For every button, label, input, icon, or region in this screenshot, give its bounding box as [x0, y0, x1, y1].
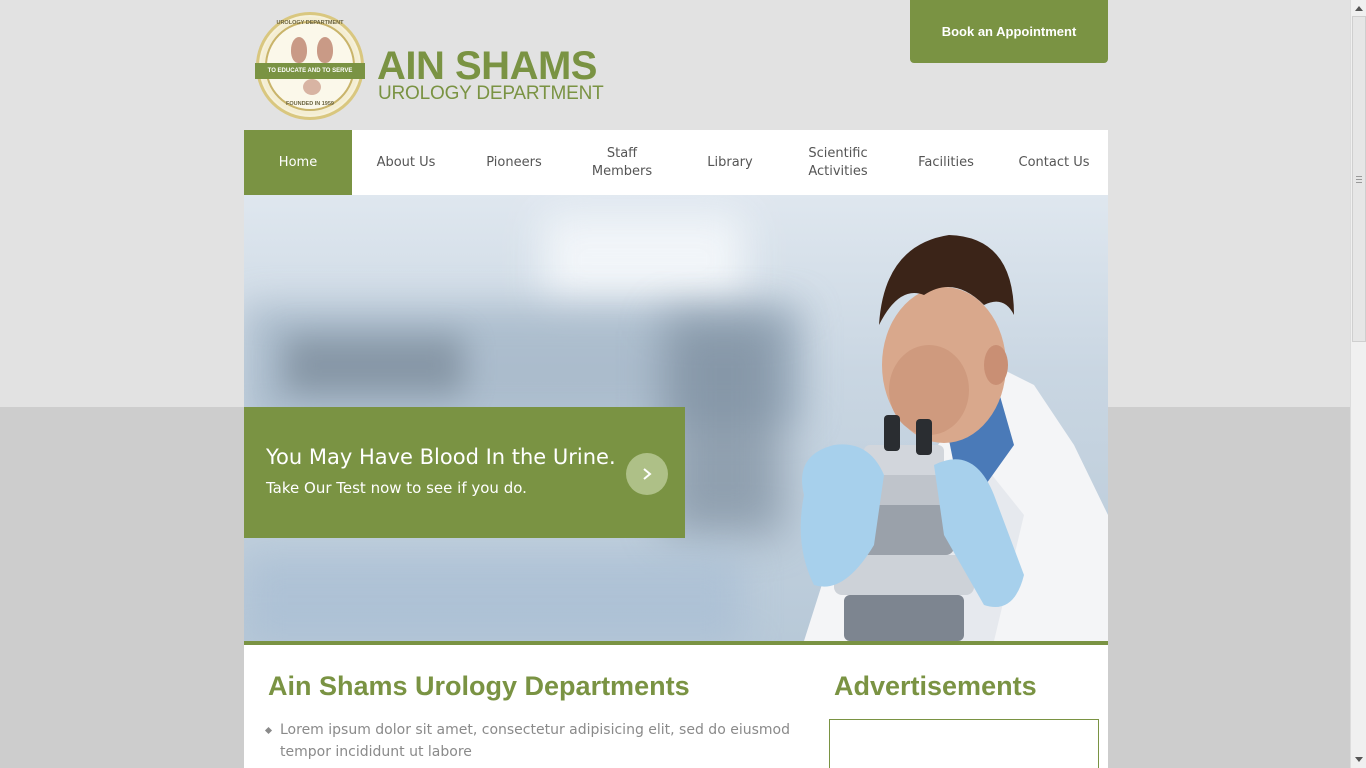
scroll-up-button[interactable]	[1351, 0, 1366, 16]
nav-item-contact-us[interactable]: Contact Us	[1000, 130, 1108, 195]
chevron-right-icon	[643, 468, 652, 480]
kidney-left-icon	[291, 37, 307, 63]
nav-item-label: Staff Members	[591, 145, 653, 179]
nav-item-facilities[interactable]: Facilities	[892, 130, 1000, 195]
department-seal-icon: UROLOGY DEPARTMENT TO EDUCATE AND TO SER…	[255, 12, 365, 120]
nav-item-label: Facilities	[918, 154, 974, 170]
nav-item-label: Scientific Activities	[808, 145, 868, 179]
arrow-down-icon	[1355, 757, 1363, 762]
nav-item-pioneers[interactable]: Pioneers	[460, 130, 568, 195]
nav-item-label: Pioneers	[486, 154, 542, 170]
bladder-icon	[303, 79, 321, 95]
brand-subtitle: UROLOGY DEPARTMENT	[378, 83, 604, 104]
slide-subtitle: Take Our Test now to see if you do.	[266, 479, 527, 497]
advertisements-title: Advertisements	[834, 671, 1037, 701]
nav-item-staff-members[interactable]: Staff Members	[568, 130, 676, 195]
book-appointment-button[interactable]: Book an Appointment	[910, 0, 1108, 63]
nav-item-about-us[interactable]: About Us	[352, 130, 460, 195]
vertical-scrollbar[interactable]	[1350, 0, 1366, 768]
hero-slider: You May Have Blood In the Urine. Take Ou…	[244, 195, 1108, 641]
scientist-microscope-image	[800, 235, 1108, 641]
nav-item-label: Home	[278, 154, 318, 170]
nav-item-home[interactable]: Home	[244, 130, 352, 195]
seal-ribbon: TO EDUCATE AND TO SERVE	[255, 63, 365, 79]
main-nav: Home About Us Pioneers Staff Members Lib…	[244, 130, 1108, 195]
list-item: Lorem ipsum dolor sit amet, consectetur …	[280, 719, 800, 763]
arrow-up-icon	[1355, 6, 1363, 11]
scroll-down-button[interactable]	[1351, 752, 1366, 768]
nav-item-label: Library	[707, 154, 753, 170]
grip-icon	[1356, 176, 1362, 183]
brand-name: AIN SHAMS	[377, 44, 597, 88]
seal-bottom-text: FOUNDED IN 1959	[286, 101, 334, 107]
nav-item-scientific-activities[interactable]: Scientific Activities	[784, 130, 892, 195]
advertisements-box	[829, 719, 1099, 768]
intro-list: Lorem ipsum dolor sit amet, consectetur …	[280, 719, 800, 763]
slide-title: You May Have Blood In the Urine.	[266, 445, 616, 469]
nav-item-label: About Us	[376, 154, 436, 170]
site-logo[interactable]: UROLOGY DEPARTMENT TO EDUCATE AND TO SER…	[255, 12, 616, 122]
nav-item-label: Contact Us	[1018, 154, 1090, 170]
nav-item-library[interactable]: Library	[676, 130, 784, 195]
kidney-right-icon	[317, 37, 333, 63]
seal-top-text: UROLOGY DEPARTMENT	[276, 20, 344, 26]
slide-caption-box: You May Have Blood In the Urine. Take Ou…	[244, 407, 685, 538]
slide-next-button[interactable]	[626, 453, 668, 495]
page-container: UROLOGY DEPARTMENT TO EDUCATE AND TO SER…	[244, 0, 1108, 768]
content-area: Ain Shams Urology Departments Lorem ipsu…	[244, 645, 1108, 768]
section-title: Ain Shams Urology Departments	[268, 671, 690, 701]
scroll-thumb[interactable]	[1352, 16, 1366, 342]
